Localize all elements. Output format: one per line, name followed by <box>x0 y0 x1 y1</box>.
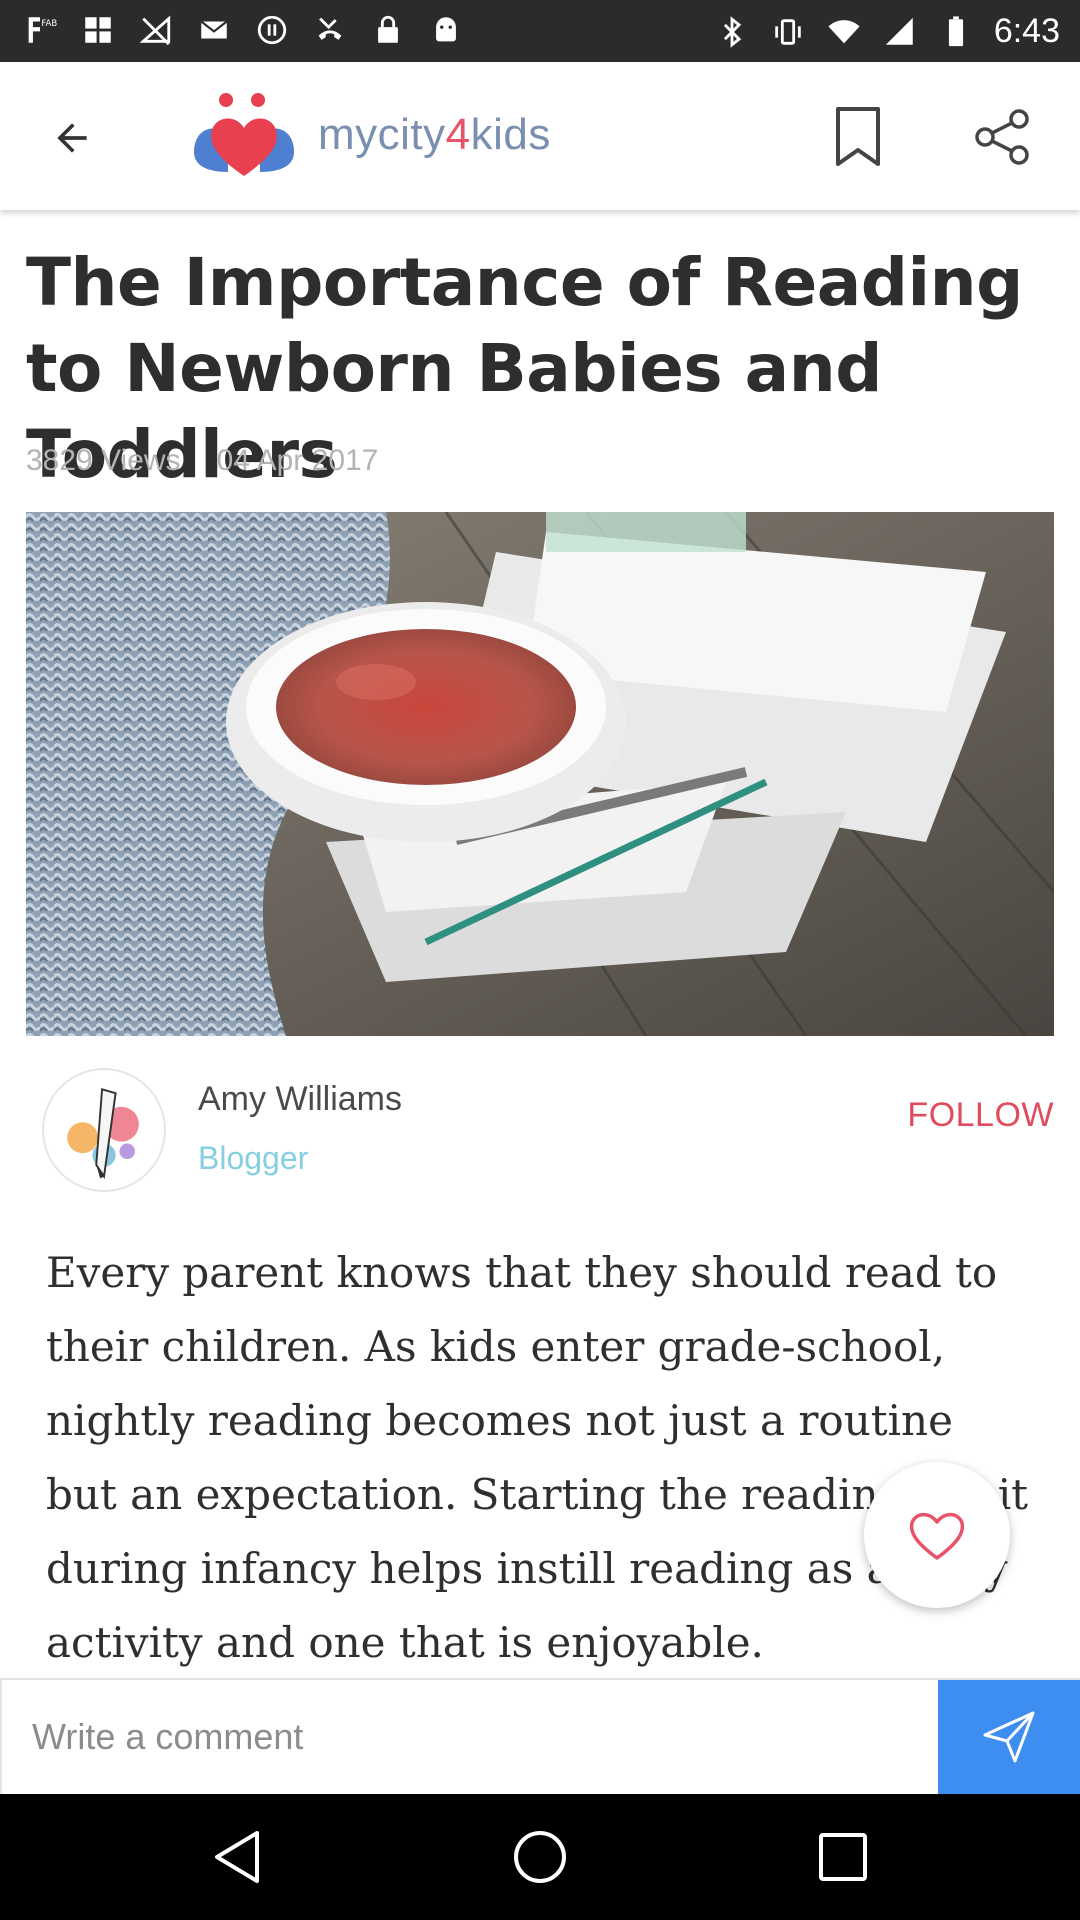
app-bar: mycity4kids <box>0 62 1080 210</box>
publish-date: 04 Apr 2017 <box>216 444 379 477</box>
author-avatar[interactable] <box>42 1068 166 1192</box>
author-role: Blogger <box>198 1140 309 1176</box>
back-button[interactable] <box>40 106 104 170</box>
app-logo: mycity4kids <box>188 92 551 178</box>
mail-icon <box>196 12 232 48</box>
hearts-logo-icon <box>194 93 294 176</box>
article-hero-image <box>26 512 1054 1036</box>
comment-input[interactable] <box>0 1680 938 1794</box>
comment-bar <box>0 1678 1080 1794</box>
share-button[interactable] <box>970 104 1036 170</box>
bluetooth-icon <box>714 14 750 50</box>
status-bar: FAB 6:43 <box>0 0 1080 62</box>
article-body: Every parent knows that they should read… <box>46 1248 1029 1667</box>
lock-icon <box>370 12 406 48</box>
bookmark-icon <box>836 107 880 166</box>
article-meta: 3829 Views 04 Apr 2017 <box>26 444 378 478</box>
system-nav-bar <box>0 1794 1080 1920</box>
nav-back-button[interactable] <box>204 1824 270 1890</box>
wifi-icon <box>826 14 862 50</box>
send-comment-button[interactable] <box>938 1680 1080 1794</box>
record-icon <box>254 12 290 48</box>
battery-icon <box>938 14 974 50</box>
status-left-icons: FAB <box>22 12 464 48</box>
like-button[interactable] <box>864 1462 1010 1608</box>
nav-back-icon <box>215 1831 259 1883</box>
fab-icon: FAB <box>22 12 58 48</box>
nav-recents-button[interactable] <box>810 1824 876 1890</box>
author-row: Amy Williams Blogger FOLLOW <box>26 1060 1054 1200</box>
logo-text: mycity4kids <box>318 110 551 159</box>
grid-icon <box>80 12 116 48</box>
no-signal-icon <box>138 12 174 48</box>
send-icon <box>983 1711 1035 1763</box>
heart-icon <box>909 1512 965 1560</box>
status-time: 6:43 <box>993 12 1060 50</box>
android-icon <box>428 12 464 48</box>
signal-icon <box>882 14 918 50</box>
nav-recents-icon <box>819 1833 867 1881</box>
svg-text:FAB: FAB <box>41 19 57 29</box>
nav-home-button[interactable] <box>507 1824 573 1890</box>
status-right-icons: 6:43 <box>714 12 1060 51</box>
nav-home-icon <box>514 1831 566 1883</box>
follow-button[interactable]: FOLLOW <box>907 1096 1054 1135</box>
bookmark-button[interactable] <box>826 100 890 174</box>
author-name[interactable]: Amy Williams <box>198 1080 402 1119</box>
back-arrow-icon <box>57 123 87 153</box>
view-count: 3829 Views <box>26 444 181 477</box>
missed-call-icon <box>312 12 348 48</box>
share-icon <box>975 109 1029 165</box>
vibrate-icon <box>770 14 806 50</box>
